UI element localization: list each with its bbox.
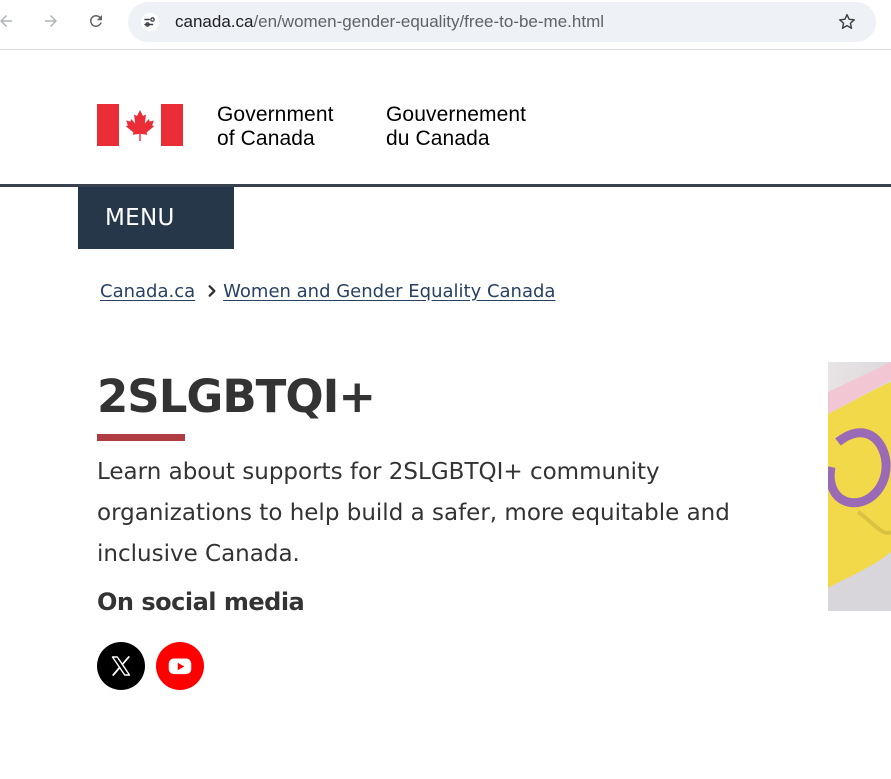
back-arrow-icon xyxy=(0,15,12,27)
title-accent-bar xyxy=(97,434,185,441)
signature-fr-line2: du Canada xyxy=(386,127,490,150)
x-icon xyxy=(111,656,131,676)
signature-fr-line1: Gouvernement xyxy=(386,103,527,126)
social-media-heading: On social media xyxy=(97,588,305,616)
url-host: canada.ca xyxy=(175,12,254,31)
intro-paragraph: Learn about supports for 2SLGBTQI+ commu… xyxy=(97,459,730,567)
url-text[interactable]: canada.ca/en/women-gender-equality/free-… xyxy=(175,12,604,32)
gouvernement-du-canada-signature[interactable]: Gouvernement du Canada xyxy=(386,103,526,151)
signature-en-line2: of Canada xyxy=(217,127,315,150)
menu-button[interactable]: MENU xyxy=(78,187,291,249)
site-info-icon[interactable] xyxy=(139,11,161,33)
back-button[interactable] xyxy=(0,7,20,35)
reload-icon xyxy=(89,14,102,27)
pride-flag-image xyxy=(828,362,891,611)
canada-flag-icon[interactable] xyxy=(97,104,183,146)
breadcrumb-link-canada-ca[interactable]: Canada.ca xyxy=(100,281,195,302)
reload-button[interactable] xyxy=(82,7,110,35)
url-path: /en/women-gender-equality/free-to-be-me.… xyxy=(253,12,605,31)
breadcrumb-link-wage[interactable]: Women and Gender Equality Canada xyxy=(223,281,555,302)
government-of-canada-signature[interactable]: Government of Canada xyxy=(217,103,334,151)
chevron-right-icon xyxy=(208,285,216,297)
youtube-icon xyxy=(168,658,192,675)
forward-button[interactable] xyxy=(37,7,65,35)
address-bar[interactable]: canada.ca/en/women-gender-equality/free-… xyxy=(128,2,876,42)
forward-arrow-icon xyxy=(45,15,57,27)
x-social-link[interactable] xyxy=(97,642,145,690)
breadcrumb: Canada.ca Women and Gender Equality Canad… xyxy=(100,281,555,302)
bookmark-star-icon[interactable] xyxy=(836,11,858,33)
page-title: 2SLGBTQI+ xyxy=(97,370,376,423)
browser-toolbar: canada.ca/en/women-gender-equality/free-… xyxy=(0,0,891,43)
signature-en-line1: Government xyxy=(217,103,334,126)
menu-label: MENU xyxy=(105,205,175,231)
youtube-social-link[interactable] xyxy=(156,642,204,690)
chevron-down-icon xyxy=(275,213,291,223)
browser-divider xyxy=(0,49,891,50)
